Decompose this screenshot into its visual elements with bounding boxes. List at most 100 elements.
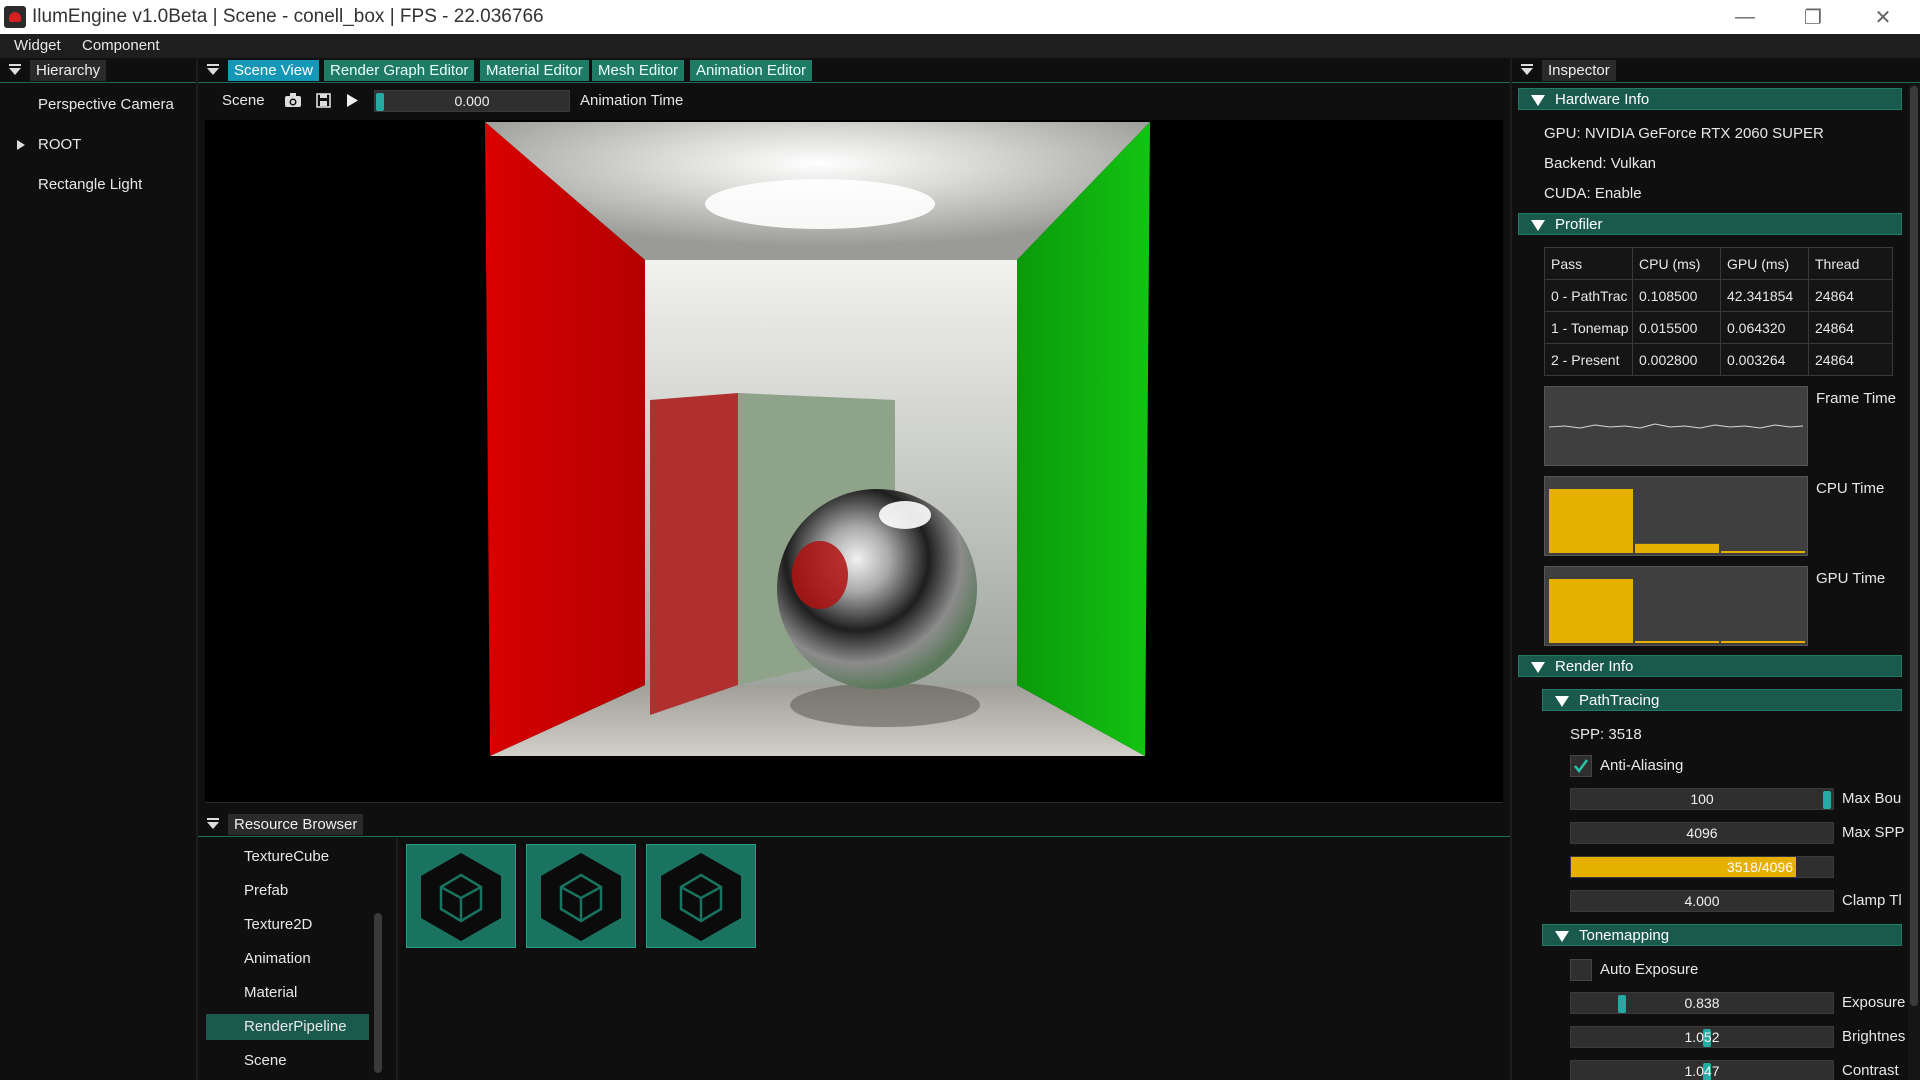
cpu-time-bar (1721, 551, 1805, 553)
hierarchy-item-perspective-camera[interactable]: Perspective Camera (38, 96, 174, 113)
inspector-panel: Inspector Hardware Info GPU: NVIDIA GeFo… (1512, 58, 1920, 1080)
max-bounce-label: Max Bou (1842, 790, 1902, 807)
cpu-time-label: CPU Time (1816, 480, 1885, 497)
table-cell: 0.108500 (1633, 280, 1721, 312)
hierarchy-panel: Hierarchy Perspective Camera ROOT Rectan… (0, 58, 196, 1080)
table-header: CPU (ms) (1633, 248, 1721, 280)
anti-aliasing-checkbox[interactable] (1570, 755, 1592, 777)
tab-hierarchy[interactable]: Hierarchy (30, 60, 107, 81)
panel-menu-icon[interactable] (9, 64, 21, 76)
cube-icon (421, 853, 501, 941)
tab-resource-browser[interactable]: Resource Browser (228, 814, 364, 835)
hierarchy-item-rectangle-light[interactable]: Rectangle Light (38, 176, 142, 193)
window-title: IlumEngine v1.0Beta | Scene - conell_box… (32, 6, 544, 27)
inspector-scrollbar-thumb[interactable] (1910, 86, 1918, 1006)
table-cell: 0.003264 (1721, 344, 1809, 376)
cpu-time-bar (1549, 489, 1633, 553)
cpu-time-bar (1635, 543, 1719, 553)
save-icon[interactable] (316, 93, 331, 108)
clamp-threshold-label: Clamp Tl (1842, 892, 1902, 909)
max-bounce-value: 100 (1690, 791, 1714, 807)
category-renderpipeline[interactable]: RenderPipeline (244, 1018, 347, 1035)
gpu-time-bar (1635, 641, 1719, 643)
auto-exposure-label: Auto Exposure (1600, 961, 1699, 978)
tab-mesh-editor[interactable]: Mesh Editor (592, 60, 685, 81)
max-spp-value: 4096 (1686, 825, 1718, 841)
menu-component[interactable]: Component (82, 37, 160, 54)
brightness-slider[interactable]: 1.052 (1570, 1026, 1834, 1048)
category-animation[interactable]: Animation (244, 950, 311, 967)
backend-info: Backend: Vulkan (1544, 155, 1657, 172)
tab-material-editor[interactable]: Material Editor (480, 60, 589, 81)
gpu-time-label: GPU Time (1816, 570, 1886, 587)
anti-aliasing-label: Anti-Aliasing (1600, 757, 1684, 774)
section-render-info[interactable]: Render Info (1518, 655, 1902, 677)
table-cell: 0.002800 (1633, 344, 1721, 376)
brightness-label: Brightnes (1842, 1028, 1906, 1045)
close-button[interactable]: ✕ (1848, 0, 1918, 34)
app-logo-icon (4, 6, 26, 28)
animation-time-label: Animation Time (580, 92, 684, 109)
menu-widget[interactable]: Widget (14, 37, 61, 54)
category-material[interactable]: Material (244, 984, 297, 1001)
panel-menu-icon[interactable] (207, 818, 219, 830)
scene-viewport[interactable] (205, 120, 1503, 802)
section-pathtracing[interactable]: PathTracing (1542, 689, 1902, 711)
inspector-scrollbar-track (1908, 84, 1920, 1080)
panel-menu-icon[interactable] (1521, 64, 1533, 76)
frame-time-line (1548, 423, 1804, 429)
camera-icon[interactable] (284, 93, 302, 108)
animation-time-slider[interactable]: 0.000 (374, 90, 570, 112)
scene-label: Scene (222, 92, 265, 109)
resource-tile[interactable] (406, 844, 516, 948)
exposure-label: Exposure (1842, 994, 1906, 1011)
contrast-slider[interactable]: 1.047 (1570, 1060, 1834, 1080)
inspector-header: Inspector (1512, 58, 1920, 83)
contrast-label: Contrast (1842, 1062, 1899, 1079)
category-texture2d[interactable]: Texture2D (244, 916, 312, 933)
brightness-value: 1.052 (1684, 1029, 1720, 1045)
resource-category-list: TextureCube Prefab Texture2D Animation M… (206, 838, 382, 1080)
window-title-bar: IlumEngine v1.0Beta | Scene - conell_box… (0, 0, 1920, 34)
resource-browser-panel: TextureCube Prefab Texture2D Animation M… (198, 838, 1512, 1080)
category-texturecube[interactable]: TextureCube (244, 848, 329, 865)
max-spp-field[interactable]: 4096 (1570, 822, 1834, 844)
menu-bar: Widget Component (0, 34, 1920, 58)
gpu-time-bar (1549, 579, 1633, 643)
viewport-grid-strip (205, 802, 1503, 811)
category-scene[interactable]: Scene (244, 1052, 287, 1069)
cornell-box-render (485, 122, 1150, 756)
tab-animation-editor[interactable]: Animation Editor (690, 60, 813, 81)
max-bounce-slider[interactable]: 100 (1570, 788, 1834, 810)
section-profiler[interactable]: Profiler (1518, 213, 1902, 235)
tab-inspector[interactable]: Inspector (1542, 60, 1616, 81)
restore-button[interactable]: ❐ (1778, 0, 1848, 34)
auto-exposure-checkbox[interactable] (1570, 959, 1592, 981)
gpu-time-bars (1549, 579, 1805, 643)
table-cell: 42.341854 (1721, 280, 1809, 312)
hierarchy-item-root[interactable]: ROOT (38, 136, 81, 153)
table-cell: 24864 (1809, 280, 1893, 312)
browser-divider (396, 838, 398, 1080)
table-cell: 0 - PathTrac (1545, 280, 1633, 312)
cuda-info: CUDA: Enable (1544, 185, 1642, 202)
panel-menu-icon[interactable] (207, 64, 219, 76)
tab-render-graph-editor[interactable]: Render Graph Editor (324, 60, 475, 81)
resource-tile[interactable] (526, 844, 636, 948)
resource-tile[interactable] (646, 844, 756, 948)
gpu-time-bar (1721, 641, 1805, 643)
category-scrollbar[interactable] (374, 913, 382, 1073)
expand-arrow-icon[interactable] (17, 140, 25, 150)
section-tonemapping[interactable]: Tonemapping (1542, 924, 1902, 946)
minimize-button[interactable]: — (1710, 0, 1780, 34)
category-prefab[interactable]: Prefab (244, 882, 288, 899)
spp-count: SPP: 3518 (1570, 726, 1642, 743)
tab-scene-view[interactable]: Scene View (228, 60, 319, 81)
section-hardware-info[interactable]: Hardware Info (1518, 88, 1902, 110)
exposure-value: 0.838 (1684, 995, 1720, 1011)
clamp-threshold-field[interactable]: 4.000 (1570, 890, 1834, 912)
table-cell: 0.064320 (1721, 312, 1809, 344)
table-cell: 2 - Present (1545, 344, 1633, 376)
exposure-slider[interactable]: 0.838 (1570, 992, 1834, 1014)
play-icon[interactable] (346, 93, 359, 108)
